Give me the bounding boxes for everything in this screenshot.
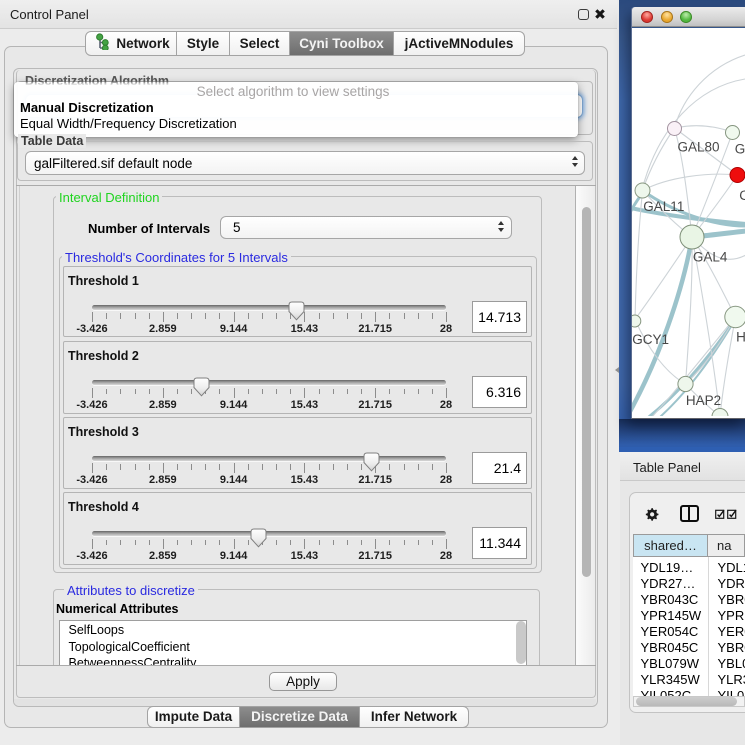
svg-text:GCY1: GCY1	[632, 332, 669, 347]
svg-text:GAL11: GAL11	[643, 199, 684, 214]
svg-text:HAP2: HAP2	[685, 393, 720, 408]
svg-text:GAL4: GAL4	[692, 250, 727, 265]
svg-text:GAL80: GAL80	[677, 140, 719, 155]
svg-text:GAL: GAL	[734, 142, 744, 157]
svg-text:CYC: CYC	[739, 188, 745, 203]
svg-text:HIS: HIS	[736, 330, 745, 345]
